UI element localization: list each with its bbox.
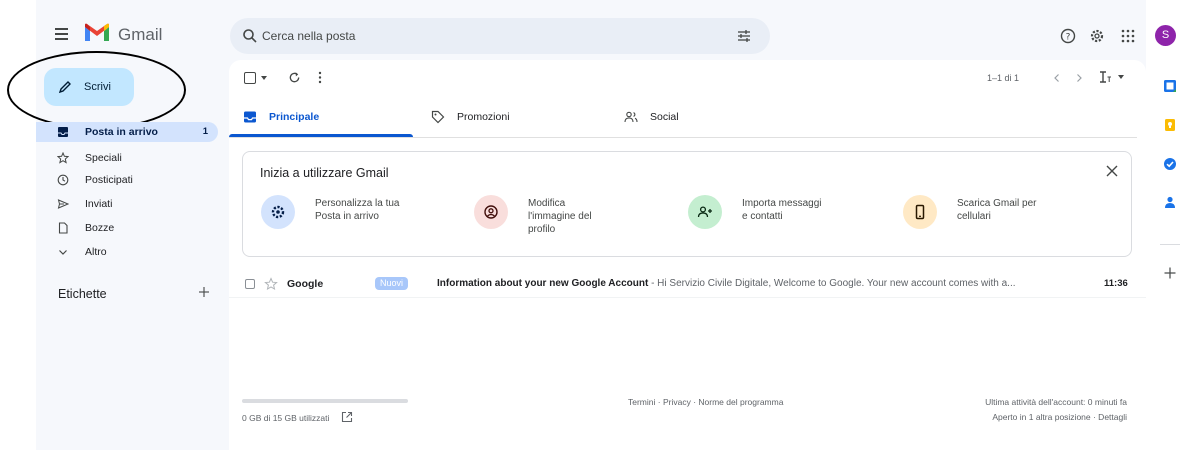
tabs-divider (229, 137, 1137, 138)
main-menu-button[interactable] (54, 26, 70, 42)
add-person-icon (697, 206, 712, 218)
pagination-text: 1–1 di 1 (987, 73, 1020, 83)
step-change-profile-picture[interactable]: Modifica l'immagine del profilo (474, 193, 654, 239)
email-subject-line: Information about your new Google Accoun… (437, 278, 1016, 289)
step-download-mobile-app[interactable]: Scarica Gmail per cellulari (903, 193, 1083, 239)
inbox-icon (244, 111, 256, 123)
side-panel-divider (1160, 244, 1180, 245)
last-activity-text: Ultima attività dell'account: 0 minuti f… (985, 397, 1127, 407)
step-label: Modifica l'immagine del profilo (528, 198, 592, 235)
phone-icon (915, 204, 925, 220)
step-icon-bubble (261, 195, 295, 229)
gear-icon (271, 205, 285, 219)
sidebar-item-label: Speciali (85, 152, 122, 164)
sidebar-item-label: Bozze (85, 222, 115, 234)
keep-icon[interactable] (1163, 118, 1177, 132)
storage-bar (242, 399, 408, 403)
app-name: Gmail (118, 25, 163, 44)
step-icon-bubble (688, 195, 722, 229)
previous-page-icon[interactable] (1052, 73, 1062, 83)
sidebar-item-sent[interactable]: Inviati (36, 194, 218, 214)
email-subject: Information about your new Google Accoun… (437, 278, 649, 289)
account-avatar[interactable]: S (1155, 25, 1176, 46)
step-icon-bubble (903, 195, 937, 229)
contacts-icon[interactable] (1163, 195, 1177, 209)
step-label: Personalizza la tua Posta in arrivo (315, 198, 400, 222)
select-all-checkbox[interactable] (244, 72, 256, 84)
step-import-contacts[interactable]: Importa messaggi e contatti (688, 193, 868, 239)
tab-label: Promozioni (457, 111, 510, 123)
svg-text:?: ? (1066, 33, 1071, 43)
getting-started-title: Inizia a utilizzare Gmail (260, 166, 389, 180)
step-label: Scarica Gmail per cellulari (957, 198, 1037, 222)
program-policies-link[interactable]: Norme del programma (698, 397, 783, 407)
step-label: Importa messaggi e contatti (742, 198, 822, 222)
details-link[interactable]: Aperto in 1 altra posizione · Dettagli (992, 412, 1127, 422)
sidebar-item-label: Posta in arrivo (85, 126, 158, 138)
inbox-icon (58, 127, 68, 137)
tab-social[interactable]: Social (624, 100, 774, 138)
step-customize-inbox[interactable]: Personalizza la tua Posta in arrivo (261, 193, 441, 239)
tab-label: Social (650, 111, 679, 123)
privacy-link[interactable]: Privacy (663, 397, 691, 407)
sidebar-item-inbox[interactable]: Posta in arrivo 1 (36, 122, 218, 142)
star-icon[interactable] (264, 277, 278, 291)
labels-heading: Etichette (58, 287, 107, 301)
tab-principale[interactable]: Principale (243, 100, 393, 138)
sidebar-item-label: Inviati (85, 198, 113, 210)
tab-label: Principale (269, 111, 320, 123)
storage-usage-text: 0 GB di 15 GB utilizzati (242, 413, 330, 423)
more-options-icon[interactable] (318, 71, 322, 84)
settings-gear-icon[interactable] (1089, 28, 1105, 44)
new-badge: Nuovi (375, 277, 409, 290)
email-time: 11:36 (1104, 278, 1128, 289)
sidebar-item-label: Altro (85, 246, 107, 258)
send-icon (57, 199, 69, 209)
row-divider (229, 297, 1146, 298)
gmail-logo-icon (85, 23, 109, 41)
add-addon-plus-icon[interactable] (1163, 266, 1177, 280)
tasks-icon[interactable] (1163, 157, 1177, 171)
clock-icon (57, 174, 69, 186)
add-label-plus-icon[interactable] (198, 286, 210, 298)
search-options-icon[interactable] (736, 28, 752, 44)
search-icon[interactable] (242, 28, 258, 44)
sidebar-item-more[interactable]: Altro (36, 242, 218, 262)
input-tools-icon[interactable] (1098, 70, 1126, 84)
search-input[interactable] (262, 26, 722, 46)
terms-link[interactable]: Termini (628, 397, 655, 407)
sidebar-item-snoozed[interactable]: Posticipati (36, 170, 218, 190)
open-external-icon[interactable] (341, 411, 353, 423)
link-separator: · (655, 397, 663, 407)
compose-label: Scrivi (84, 81, 111, 93)
next-page-icon[interactable] (1074, 73, 1084, 83)
people-icon (624, 111, 638, 123)
chevron-down-icon (59, 250, 67, 255)
table-row[interactable]: Google Nuovi Information about your new … (229, 271, 1146, 297)
help-icon[interactable]: ? (1060, 28, 1076, 44)
compose-button[interactable]: Scrivi (44, 68, 134, 106)
profile-icon (484, 205, 498, 219)
sidebar-item-label: Posticipati (85, 174, 133, 186)
close-icon[interactable] (1105, 164, 1119, 178)
draft-icon (58, 222, 68, 234)
unread-count: 1 (202, 126, 208, 137)
step-icon-bubble (474, 195, 508, 229)
email-snippet: - Hi Servizio Civile Digitale, Welcome t… (648, 278, 1016, 289)
pencil-icon (58, 81, 71, 94)
search-bar[interactable] (230, 18, 770, 54)
calendar-icon[interactable] (1163, 79, 1177, 93)
email-sender: Google (287, 278, 324, 290)
star-icon (57, 152, 69, 164)
sidebar-item-drafts[interactable]: Bozze (36, 218, 218, 238)
sidebar-item-starred[interactable]: Speciali (36, 148, 218, 168)
tag-icon (431, 110, 445, 124)
row-checkbox[interactable] (245, 279, 255, 289)
apps-grid-icon[interactable] (1120, 28, 1136, 44)
refresh-icon[interactable] (288, 71, 301, 84)
footer-links: Termini · Privacy · Norme del programma (628, 397, 783, 407)
tab-promozioni[interactable]: Promozioni (431, 100, 581, 138)
select-dropdown-icon[interactable] (261, 75, 267, 81)
